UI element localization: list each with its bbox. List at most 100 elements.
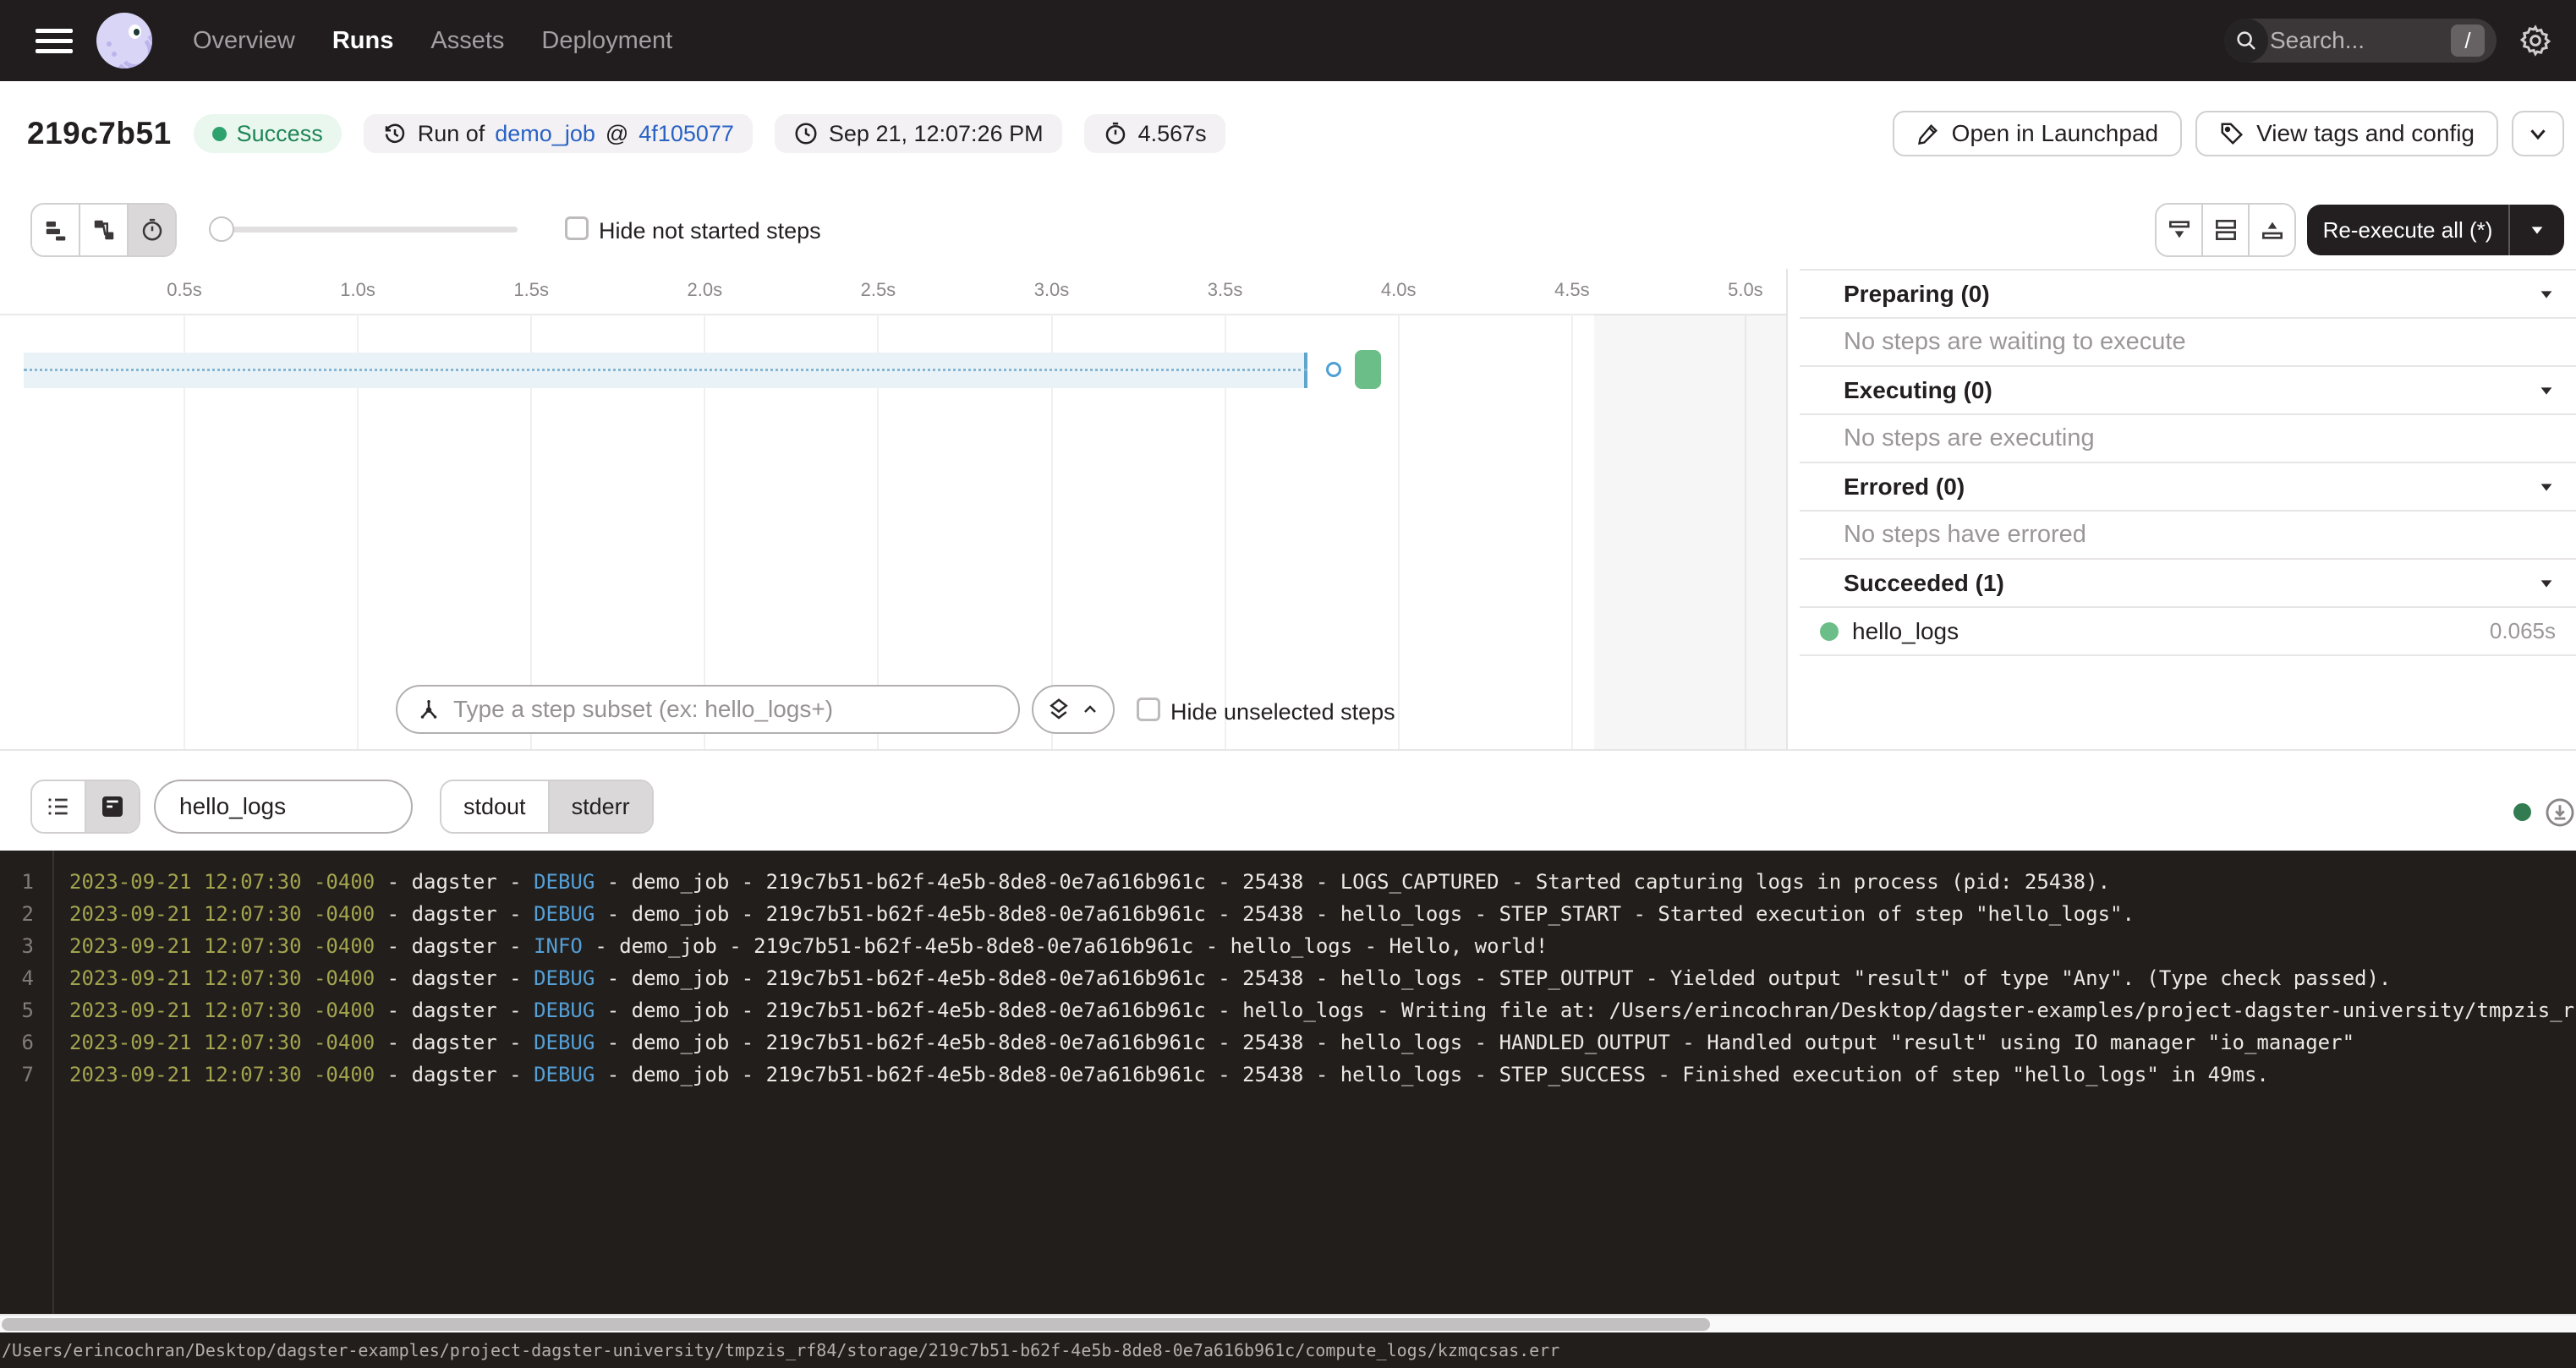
open-in-launchpad-button[interactable]: Open in Launchpad: [1893, 111, 2182, 156]
logo-pupil: [134, 29, 140, 36]
clock-icon: [793, 121, 819, 146]
axis-tick-label: 3.5s: [1208, 279, 1243, 301]
section-title: Preparing (0): [1844, 281, 2537, 308]
gear-icon[interactable]: [2518, 24, 2552, 57]
search-icon: [2224, 19, 2268, 63]
tag-icon: [2219, 121, 2244, 146]
horizontal-scrollbar[interactable]: [0, 1314, 2576, 1332]
collapse-bottom-panel-button[interactable]: [2157, 205, 2201, 255]
status-badge: Success: [194, 114, 342, 153]
panel-section-header[interactable]: Preparing (0): [1800, 271, 2576, 319]
zoom-slider-handle[interactable]: [209, 216, 234, 242]
log-status-dot: [2513, 803, 2531, 821]
section-title: Errored (0): [1844, 473, 2537, 501]
raw-log-viewer[interactable]: 12023-09-21 12:07:30 -0400 - dagster - D…: [0, 851, 2576, 1314]
beyond-run-shading: [1594, 315, 1786, 749]
caret-down-icon: [2537, 478, 2556, 496]
step-row-hello_logs[interactable]: hello_logs0.065s: [1800, 608, 2576, 656]
header-actions: Open in Launchpad View tags and config: [1893, 111, 2564, 156]
flat-view-button[interactable]: [32, 205, 79, 255]
dagster-run-page: OverviewRunsAssetsDeployment / 219c7b51 …: [0, 0, 2576, 1368]
gantt-view-toggle: [30, 203, 177, 257]
reexecute-all-button[interactable]: Re-execute all (*): [2307, 205, 2564, 255]
shortcut-hint: /: [2451, 25, 2485, 57]
log-line: 32023-09-21 12:07:30 -0400 - dagster - I…: [0, 930, 2576, 962]
pencil-icon: [1916, 122, 1940, 145]
step-subset-input[interactable]: [452, 690, 1005, 729]
structured-log-view-button[interactable]: [32, 781, 85, 832]
collapse-top-panel-button[interactable]: [2248, 205, 2294, 255]
search-input[interactable]: [2268, 26, 2424, 55]
panel-section-header[interactable]: Errored (0): [1800, 463, 2576, 512]
time-axis: 0.5s1.0s1.5s2.0s2.5s3.0s3.5s4.0s4.5s5.0s: [0, 269, 1786, 315]
run-of-tag: Run of demo_job @ 4f105077: [364, 114, 753, 153]
tab-stderr[interactable]: stderr: [548, 781, 652, 832]
menu-icon[interactable]: [30, 19, 73, 62]
log-file-path: /Users/erincochran/Desktop/dagster-examp…: [2, 1340, 1559, 1360]
gantt-dependency-line: [24, 369, 1307, 371]
more-actions-button[interactable]: [2512, 111, 2564, 156]
nav-item-assets[interactable]: Assets: [430, 27, 504, 55]
timestamp-tag: Sep 21, 12:07:26 PM: [775, 114, 1062, 153]
scrollbar-thumb[interactable]: [2, 1318, 1710, 1331]
split-panels-button[interactable]: [2201, 205, 2248, 255]
panel-section-header[interactable]: Succeeded (1): [1800, 560, 2576, 608]
axis-tick-label: 2.5s: [861, 279, 896, 301]
axis-tick-label: 4.5s: [1554, 279, 1590, 301]
tab-stdout[interactable]: stdout: [441, 781, 548, 832]
panel-section-header[interactable]: Executing (0): [1800, 367, 2576, 415]
gridline: [1571, 315, 1573, 749]
graph-query-options-button[interactable]: [1032, 685, 1115, 734]
zoom-slider-track[interactable]: [211, 227, 518, 233]
raw-log-view-button[interactable]: [85, 781, 139, 832]
log-line: 12023-09-21 12:07:30 -0400 - dagster - D…: [0, 866, 2576, 898]
hide-unselected-checkbox[interactable]: [1137, 698, 1160, 721]
hide-not-started-checkbox[interactable]: [565, 216, 589, 240]
gridline: [1398, 315, 1400, 749]
axis-tick-label: 4.0s: [1381, 279, 1417, 301]
hide-unselected-label: Hide unselected steps: [1170, 699, 1395, 725]
layers-icon: [1046, 697, 1072, 722]
top-nav: Overview Runs Assets Deployment /: [0, 0, 2576, 81]
nav-item-deployment[interactable]: Deployment: [541, 27, 672, 55]
log-toolbar: stdout stderr: [0, 751, 2576, 851]
logo-dot: [112, 52, 117, 57]
log-filter-input[interactable]: [178, 786, 392, 827]
log-line: 52023-09-21 12:07:30 -0400 - dagster - D…: [0, 994, 2576, 1026]
section-empty-state: No steps are executing: [1800, 415, 2576, 463]
section-title: Executing (0): [1844, 377, 2537, 404]
timed-view-button[interactable]: [127, 205, 175, 255]
download-log-icon[interactable]: [2544, 796, 2576, 829]
log-view-toggle: [30, 780, 140, 834]
history-icon: [382, 121, 408, 146]
run-id-title: 219c7b51: [27, 116, 172, 151]
gantt-step-bar-hello-logs[interactable]: [1355, 350, 1381, 389]
nav-item-runs[interactable]: Runs: [332, 27, 394, 55]
view-tags-config-button[interactable]: View tags and config: [2195, 111, 2498, 156]
panel-splitter[interactable]: [1786, 269, 1788, 749]
timer-icon: [1103, 121, 1128, 146]
section-empty-state: No steps have errored: [1800, 512, 2576, 560]
nav-item-overview[interactable]: Overview: [193, 27, 295, 55]
axis-tick-label: 1.0s: [340, 279, 375, 301]
split-layout-toggle: [2155, 203, 2296, 257]
waterfall-view-button[interactable]: [79, 205, 127, 255]
caret-down-icon: [2537, 381, 2556, 400]
step-subset-filter: [396, 685, 1020, 734]
logo-swirl: [118, 35, 152, 68]
gantt-step-marker: [1326, 362, 1341, 377]
reexecute-dropdown-button[interactable]: [2510, 221, 2564, 239]
axis-tick-label: 1.5s: [513, 279, 549, 301]
stdout-stderr-toggle: stdout stderr: [440, 780, 654, 834]
log-line: 72023-09-21 12:07:30 -0400 - dagster - D…: [0, 1059, 2576, 1091]
job-link[interactable]: demo_job: [495, 121, 595, 147]
log-lines: 12023-09-21 12:07:30 -0400 - dagster - D…: [0, 866, 2576, 1091]
snapshot-link[interactable]: 4f105077: [639, 121, 734, 147]
section-title: Succeeded (1): [1844, 570, 2537, 597]
hide-not-started-label: Hide not started steps: [599, 218, 821, 244]
axis-tick-label: 0.5s: [167, 279, 202, 301]
status-dot-icon: [212, 127, 227, 141]
chevron-up-icon: [1080, 699, 1100, 720]
search-box[interactable]: /: [2224, 19, 2497, 63]
dagster-logo[interactable]: [96, 13, 152, 68]
